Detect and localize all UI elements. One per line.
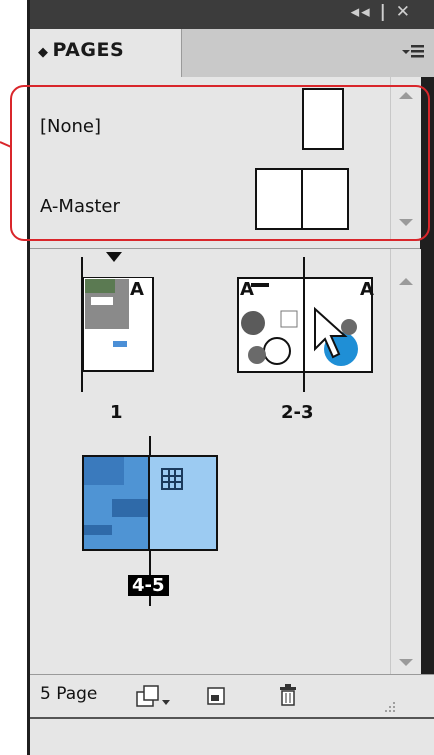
edit-page-size-icon[interactable] xyxy=(136,684,174,708)
tab-pages-label: PAGES xyxy=(52,39,125,61)
page-prefix: A xyxy=(130,279,144,300)
page-prefix: A xyxy=(240,279,254,300)
page-1-thumbnail[interactable] xyxy=(83,277,155,373)
page-label: 1 xyxy=(110,402,123,423)
pages-section: A 1 A A 2-3 4-5 xyxy=(30,249,390,674)
collapse-chevron-icon: ◆ xyxy=(38,45,49,60)
page-prefix: A xyxy=(360,279,374,300)
delete-page-icon[interactable] xyxy=(278,683,298,707)
spread-2-3-thumbnail[interactable] xyxy=(237,277,373,373)
panel-bottom-edge xyxy=(30,717,434,755)
pages-scrollbar[interactable] xyxy=(390,249,421,674)
page-label-selected: 4-5 xyxy=(128,575,169,596)
masters-highlight-callout xyxy=(10,85,430,241)
page-label: 2-3 xyxy=(281,402,314,423)
section-divider[interactable] xyxy=(30,240,420,249)
spread-4-5-thumbnail[interactable] xyxy=(82,455,218,551)
window-controls[interactable]: ◂◂ | ✕ xyxy=(351,2,412,22)
panel-menu-icon[interactable] xyxy=(402,42,424,62)
panel-tab-row: ◆ PAGES xyxy=(30,29,434,77)
new-page-icon[interactable] xyxy=(206,686,226,706)
tab-pages[interactable]: ◆ PAGES xyxy=(30,29,182,77)
panel-title-bar: ◂◂ | ✕ xyxy=(30,0,434,29)
page-count: 5 Page xyxy=(40,684,98,704)
scroll-down-icon[interactable] xyxy=(399,659,413,666)
resize-grip-icon[interactable] xyxy=(382,699,396,713)
current-page-marker-icon xyxy=(106,252,122,262)
panel-footer: 5 Page xyxy=(30,674,434,717)
scroll-up-icon[interactable] xyxy=(399,278,413,285)
